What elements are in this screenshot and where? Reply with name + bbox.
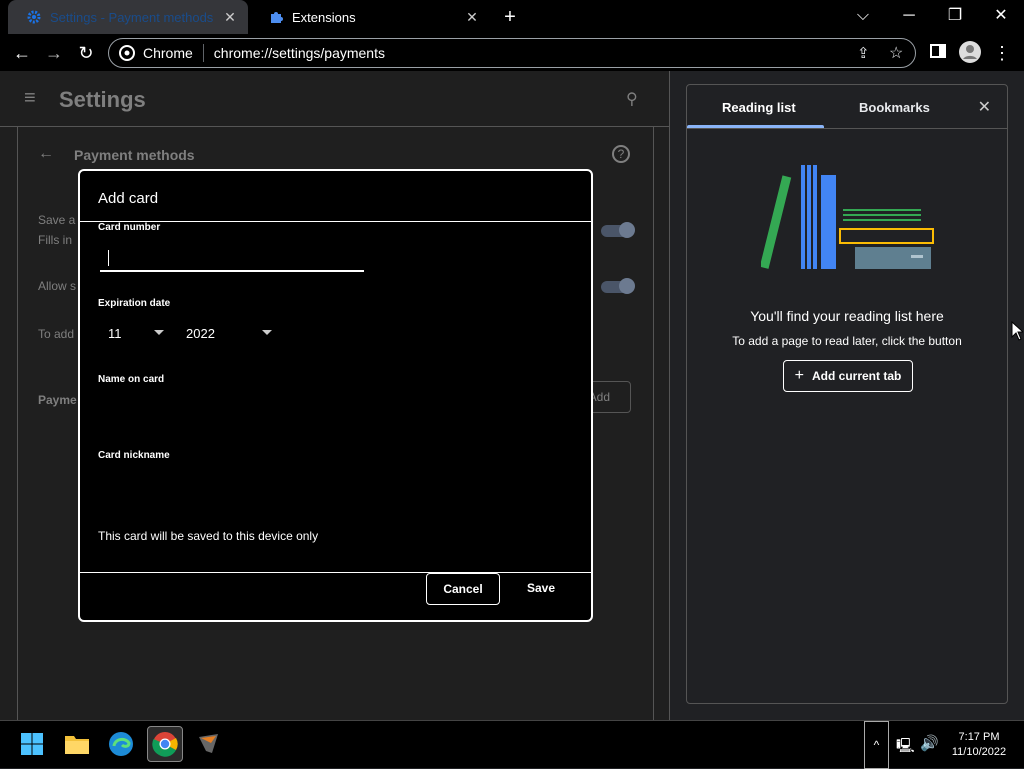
add-current-tab-button[interactable]: + Add current tab <box>783 360 913 392</box>
chevron-down-icon <box>262 330 272 335</box>
tab-search-icon[interactable]: ⌵ <box>848 4 878 28</box>
side-panel: Reading list Bookmarks ✕ You'll find you… <box>686 84 1008 704</box>
hamburger-icon[interactable]: ≡ <box>24 87 36 110</box>
month-select[interactable]: 11 <box>108 323 164 343</box>
back-arrow-icon[interactable]: ← <box>38 145 54 163</box>
divider <box>687 128 1007 129</box>
menu-icon[interactable]: ⋮ <box>990 41 1014 65</box>
share-icon[interactable]: ⇪ <box>857 44 870 62</box>
chrome-app-icon[interactable] <box>147 726 183 762</box>
text-caret <box>108 250 109 266</box>
month-value: 11 <box>108 325 122 341</box>
mouse-cursor-icon <box>1011 321 1023 341</box>
chevron-up-icon[interactable]: ^ <box>864 721 889 769</box>
tab-strip: Settings - Payment methods ✕ Extensions … <box>0 0 1024 34</box>
clock-time: 7:17 PM <box>958 731 1000 743</box>
allow-sites-label: Allow s <box>38 279 77 293</box>
search-icon[interactable]: ⚲ <box>626 89 638 109</box>
settings-header: ≡ Settings ⚲ <box>0 71 670 127</box>
minimize-button[interactable]: ─ <box>894 4 924 28</box>
name-on-card-label: Name on card <box>98 374 165 385</box>
empty-state-subtitle: To add a page to read later, click the b… <box>732 334 962 348</box>
address-bar[interactable]: Chrome chrome://settings/payments ⇪ ☆ <box>108 38 916 68</box>
dialog-title: Add card <box>98 190 159 207</box>
add-card-dialog: Add card Card number Expiration date 11 … <box>78 169 593 622</box>
edge-icon[interactable] <box>103 726 139 762</box>
close-window-button[interactable]: ✕ <box>986 4 1016 28</box>
close-icon[interactable]: ✕ <box>222 9 238 25</box>
fills-in-label: Fills in <box>38 233 73 247</box>
chevron-down-icon <box>154 330 164 335</box>
tab-label: Settings - Payment methods <box>50 9 214 25</box>
add-current-tab-label: Add current tab <box>812 369 902 383</box>
tab-settings[interactable]: Settings - Payment methods ✕ <box>8 0 248 34</box>
allow-sites-toggle[interactable] <box>601 278 635 294</box>
plus-icon: + <box>794 367 804 384</box>
reload-button[interactable]: ↻ <box>74 41 98 65</box>
device-only-notice: This card will be saved to this device o… <box>98 529 319 543</box>
network-icon[interactable]: 🖳 <box>896 735 915 759</box>
empty-state-title: You'll find your reading list here <box>750 308 944 324</box>
forward-button[interactable]: → <box>42 41 66 65</box>
save-payments-toggle[interactable] <box>601 222 635 238</box>
chrome-icon <box>119 45 135 61</box>
site-chip[interactable]: Chrome <box>109 44 204 62</box>
cancel-button[interactable]: Cancel <box>426 573 500 605</box>
toolbar: ← → ↻ Chrome chrome://settings/payments … <box>0 34 1024 71</box>
name-on-card-input[interactable] <box>100 389 364 419</box>
windows-start-icon[interactable] <box>14 726 50 762</box>
tab-extensions[interactable]: Extensions ✕ <box>250 0 490 34</box>
app-icon[interactable] <box>191 726 227 762</box>
url-text: chrome://settings/payments <box>213 45 385 61</box>
profile-avatar[interactable] <box>958 41 982 65</box>
gear-icon <box>26 9 42 25</box>
system-clock[interactable]: 7:17 PM 11/10/2022 <box>942 730 1016 760</box>
file-explorer-icon[interactable] <box>59 726 95 762</box>
close-icon[interactable]: ✕ <box>464 9 480 25</box>
payment-methods-label: Payme <box>38 393 77 407</box>
help-icon[interactable]: ? <box>612 145 630 163</box>
volume-icon[interactable]: 🔊 <box>920 734 939 752</box>
side-panel-icon[interactable] <box>926 41 950 65</box>
card-number-input[interactable] <box>100 244 364 272</box>
page-title: Settings <box>59 87 146 112</box>
year-select[interactable]: 2022 <box>186 323 272 343</box>
year-value: 2022 <box>186 325 215 341</box>
card-number-label: Card number <box>98 222 161 233</box>
back-button[interactable]: ← <box>10 41 34 65</box>
card-nickname-label: Card nickname <box>98 450 170 461</box>
puzzle-icon <box>268 9 284 25</box>
save-button[interactable]: Save <box>506 573 576 605</box>
card-nickname-input[interactable] <box>100 465 364 495</box>
site-chip-label: Chrome <box>143 45 193 61</box>
to-add-label: To add <box>38 327 75 341</box>
new-tab-button[interactable]: + <box>500 7 520 27</box>
section-title: Payment methods <box>74 147 195 163</box>
bookmark-star-icon[interactable]: ☆ <box>889 43 903 63</box>
save-payments-label: Save a <box>38 213 76 227</box>
tab-bookmarks[interactable]: Bookmarks <box>859 100 930 115</box>
expiration-label: Expiration date <box>98 298 171 309</box>
close-icon[interactable]: ✕ <box>978 97 991 117</box>
tab-label: Extensions <box>292 9 356 25</box>
clock-date: 11/10/2022 <box>951 746 1007 758</box>
taskbar: ^ 🖳 🔊 7:17 PM 11/10/2022 <box>0 720 1024 769</box>
restore-button[interactable]: ❐ <box>940 4 970 28</box>
reading-list-illustration <box>761 165 934 269</box>
tab-reading-list[interactable]: Reading list <box>722 100 796 115</box>
